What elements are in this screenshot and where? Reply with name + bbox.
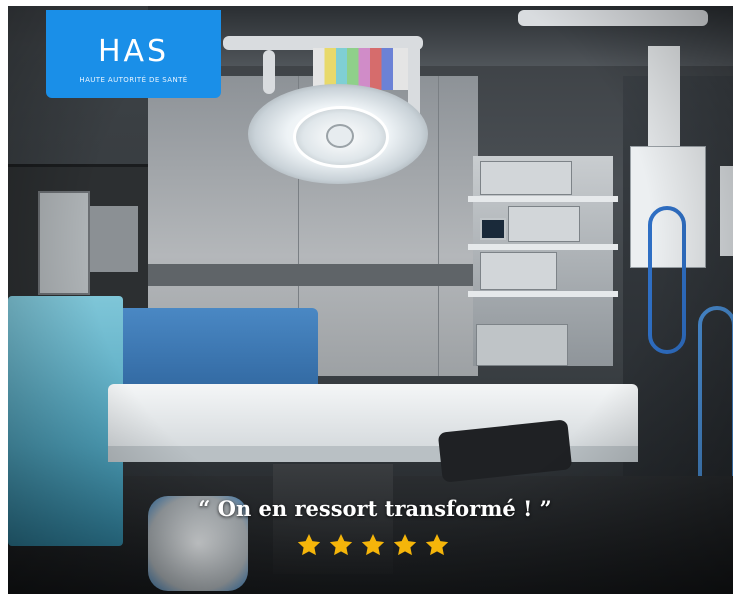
has-logo: HAS HAUTE AUTORITÉ DE SANTÉ [46,10,221,98]
image-frame: HAS HAUTE AUTORITÉ DE SANTÉ “ On en ress… [0,0,733,598]
star-icon [393,533,417,556]
star-icon [425,533,449,556]
star-icon [329,533,353,556]
star-icon [361,533,385,556]
testimonial-quote: “ On en ressort transformé ! ” [198,496,552,521]
star-rating [296,532,456,562]
star-icon [297,533,321,556]
logo-wordmark: HAS [97,34,170,69]
logo-subtitle: HAUTE AUTORITÉ DE SANTÉ [79,76,188,84]
